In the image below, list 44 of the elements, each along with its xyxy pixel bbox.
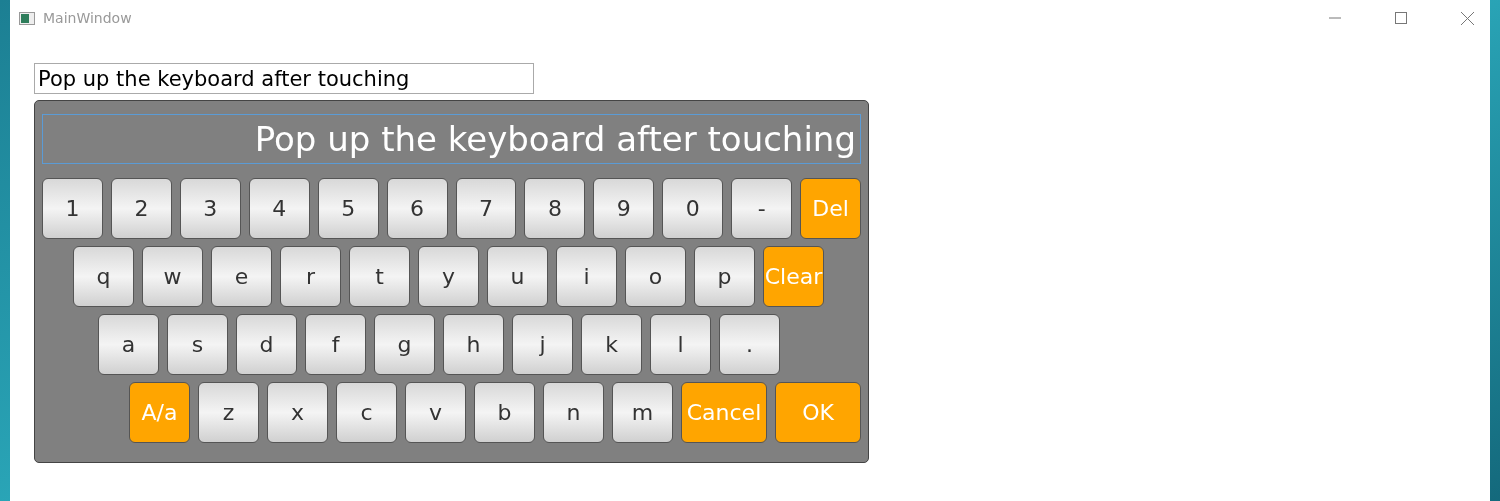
- key-button[interactable]: d: [236, 314, 297, 375]
- key-button[interactable]: a: [98, 314, 159, 375]
- key-button[interactable]: 4: [248, 178, 310, 239]
- key-button[interactable]: k: [581, 314, 642, 375]
- key-button[interactable]: .: [719, 314, 780, 375]
- key-button[interactable]: w: [142, 246, 203, 307]
- window-title: MainWindow: [43, 10, 133, 26]
- key-button[interactable]: r: [280, 246, 341, 307]
- key-button[interactable]: 5: [317, 178, 379, 239]
- key-button[interactable]: q: [73, 246, 134, 307]
- keyboard-display: Pop up the keyboard after touching: [42, 114, 861, 164]
- key-button[interactable]: e: [211, 246, 272, 307]
- key-button[interactable]: p: [694, 246, 755, 307]
- key-button[interactable]: n: [543, 382, 604, 443]
- key-button[interactable]: h: [443, 314, 504, 375]
- key-button[interactable]: -: [731, 178, 793, 239]
- key-button[interactable]: 6: [386, 178, 448, 239]
- key-button[interactable]: m: [612, 382, 673, 443]
- key-button[interactable]: u: [487, 246, 548, 307]
- key-button[interactable]: v: [405, 382, 466, 443]
- key-button[interactable]: g: [374, 314, 435, 375]
- key-button[interactable]: f: [305, 314, 366, 375]
- key-button[interactable]: z: [198, 382, 259, 443]
- key-button[interactable]: 0: [662, 178, 724, 239]
- key-button[interactable]: 7: [455, 178, 517, 239]
- key-button[interactable]: y: [418, 246, 479, 307]
- key-button[interactable]: j: [512, 314, 573, 375]
- key-button[interactable]: s: [167, 314, 228, 375]
- maximize-icon: [1395, 12, 1407, 24]
- text-field[interactable]: Pop up the keyboard after touching: [34, 63, 534, 94]
- key-button[interactable]: c: [336, 382, 397, 443]
- key-button[interactable]: t: [349, 246, 410, 307]
- key-button[interactable]: i: [556, 246, 617, 307]
- key-button[interactable]: b: [474, 382, 535, 443]
- key-button[interactable]: o: [625, 246, 686, 307]
- key-button[interactable]: 1: [42, 178, 103, 239]
- key-button[interactable]: 8: [524, 178, 586, 239]
- key-button[interactable]: 2: [110, 178, 172, 239]
- app-icon: [19, 11, 35, 25]
- key-button[interactable]: 3: [179, 178, 241, 239]
- close-icon: [1460, 11, 1474, 25]
- key-button[interactable]: 9: [593, 178, 655, 239]
- key-button[interactable]: x: [267, 382, 328, 443]
- key-button[interactable]: l: [650, 314, 711, 375]
